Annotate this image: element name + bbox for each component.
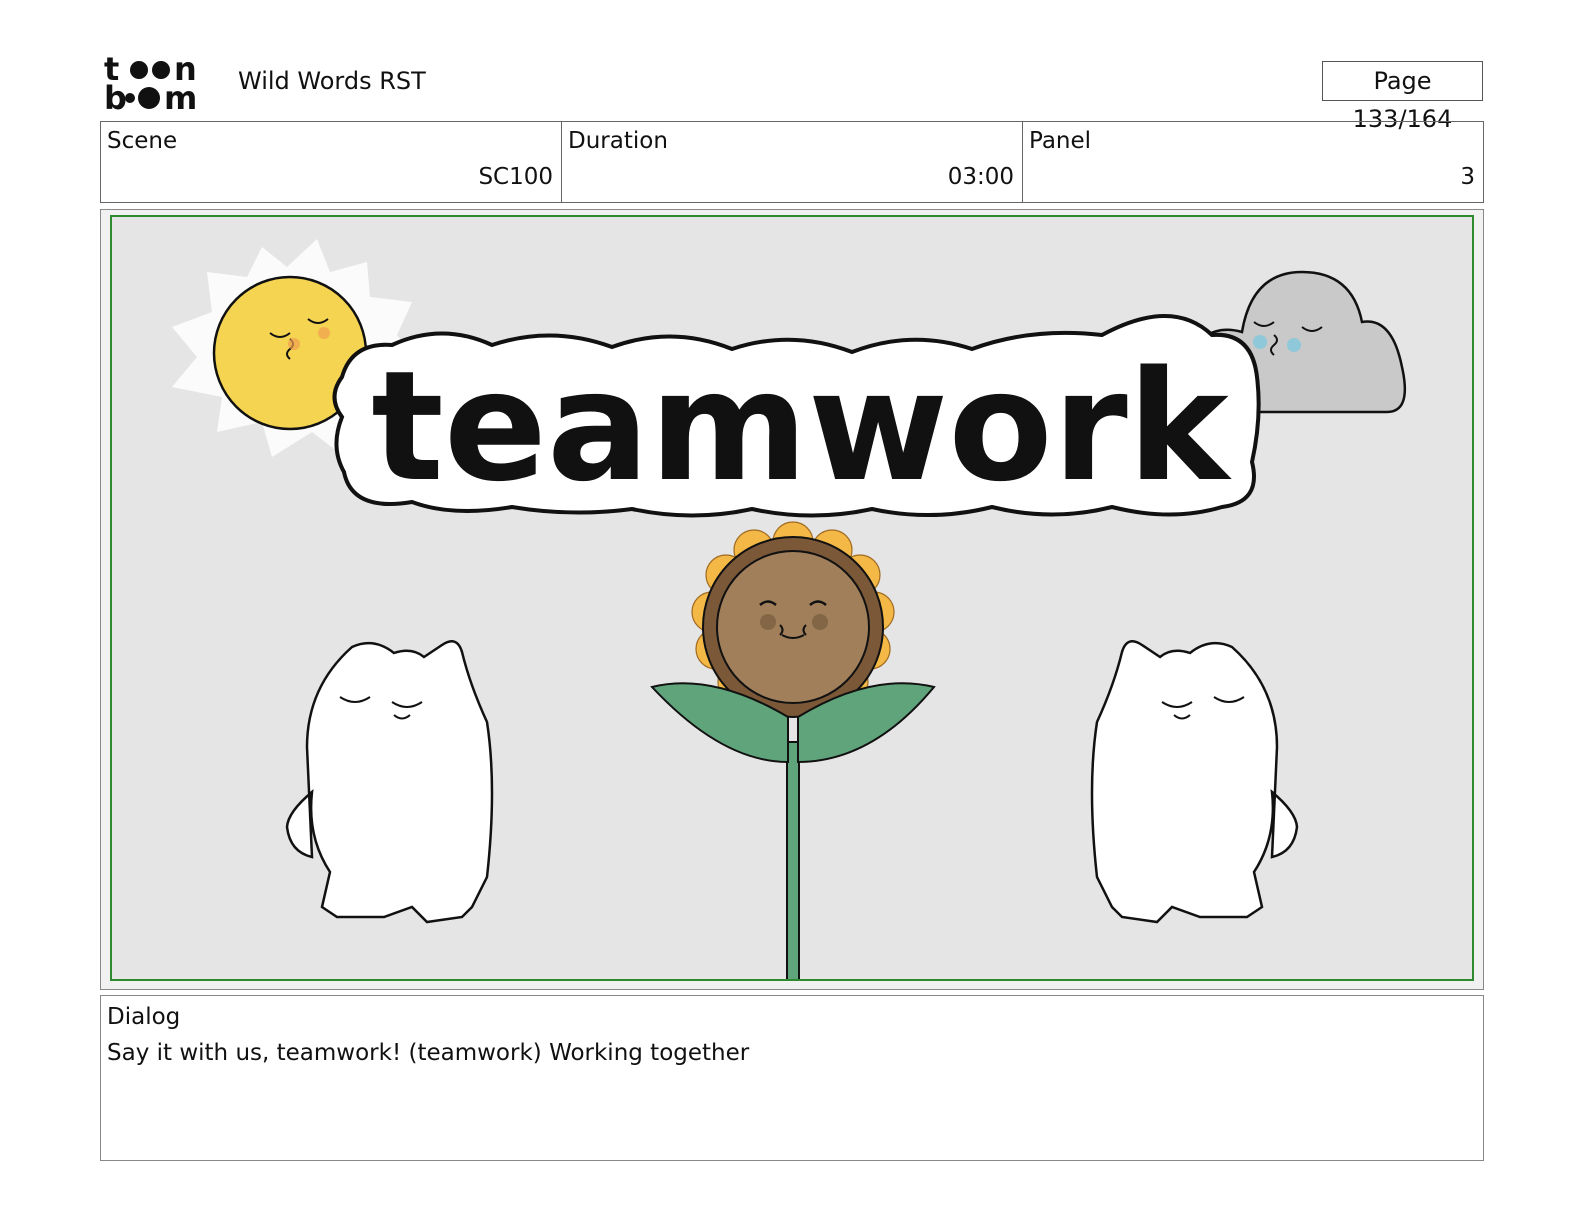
- panel-value: 3: [1460, 164, 1475, 190]
- svg-text:b: b: [104, 79, 127, 112]
- sunflower-character: [650, 521, 936, 979]
- storyboard-panel: teamwork: [100, 209, 1484, 990]
- scene-label: Scene: [107, 128, 178, 154]
- dialog-text: Say it with us, teamwork! (teamwork) Wor…: [107, 1040, 750, 1066]
- page-indicator: Page 133/164: [1322, 61, 1483, 133]
- duration-value: 03:00: [947, 164, 1014, 190]
- project-title: Wild Words RST: [238, 67, 426, 95]
- left-critter-character: [285, 640, 494, 924]
- panel-label: Panel: [1029, 128, 1092, 154]
- dialog-label: Dialog: [107, 1004, 181, 1030]
- panel-artwork: teamwork: [110, 215, 1474, 981]
- svg-text:m: m: [164, 79, 197, 112]
- scene-value: SC100: [478, 164, 553, 190]
- panel-info-table: Scene SC100 Duration 03:00 Panel 3: [100, 121, 1484, 203]
- toon-boom-logo: t n b m: [104, 50, 216, 117]
- duration-cell: Duration 03:00: [562, 122, 1023, 202]
- panel-cell: Panel 3: [1023, 122, 1483, 202]
- dialog-box: Dialog Say it with us, teamwork! (teamwo…: [100, 995, 1484, 1161]
- right-critter-character: [1090, 640, 1299, 924]
- duration-label: Duration: [568, 128, 668, 154]
- teamwork-word: teamwork: [371, 338, 1232, 515]
- teamwork-title: teamwork: [332, 314, 1261, 518]
- scene-cell: Scene SC100: [101, 122, 562, 202]
